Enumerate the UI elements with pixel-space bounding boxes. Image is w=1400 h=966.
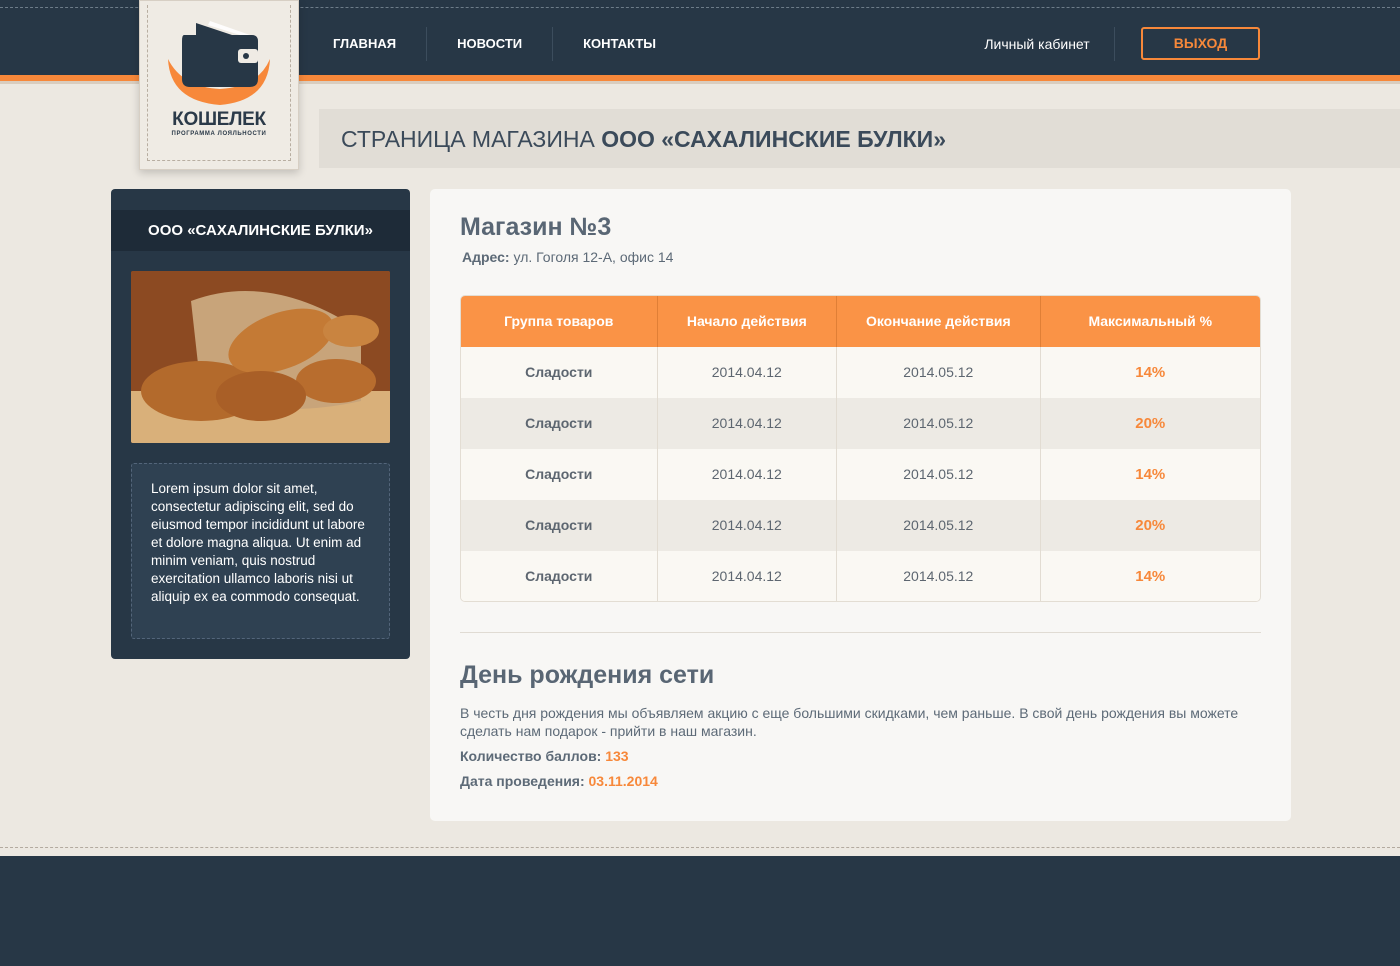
- shop-title: Магазин №3: [460, 213, 612, 241]
- cell-percent: 14%: [1135, 466, 1166, 483]
- address-value: ул. Гоголя 12-А, офис 14: [509, 249, 674, 265]
- cell-end: 2014.05.12: [837, 347, 1041, 398]
- wallet-icon: [168, 21, 270, 105]
- table-row: Сладости 2014.04.12 2014.05.12 20%: [461, 398, 1260, 449]
- column-header-end: Окончание действия: [837, 296, 1041, 347]
- cell-group: Сладости: [461, 551, 658, 601]
- table-row: Сладости 2014.04.12 2014.05.12 14%: [461, 551, 1260, 601]
- page-title: СТРАНИЦА МАГАЗИНА ООО «САХАЛИНСКИЕ БУЛКИ…: [341, 126, 946, 153]
- cell-group: Сладости: [461, 398, 658, 449]
- company-description-box: Lorem ipsum dolor sit amet, consectetur …: [131, 463, 390, 639]
- column-header-group: Группа товаров: [461, 296, 658, 347]
- cell-start: 2014.04.12: [658, 398, 838, 449]
- footer-stitch-line: [0, 847, 1400, 848]
- cell-end: 2014.05.12: [837, 449, 1041, 500]
- nav-item-news[interactable]: НОВОСТИ: [427, 27, 554, 61]
- promo-date: Дата проведения: 03.11.2014: [460, 773, 658, 789]
- page-title-bar: СТРАНИЦА МАГАЗИНА ООО «САХАЛИНСКИЕ БУЛКИ…: [319, 109, 1400, 168]
- promo-text: В честь дня рождения мы объявляем акцию …: [460, 705, 1239, 739]
- table-row: Сладости 2014.04.12 2014.05.12 14%: [461, 347, 1260, 398]
- main-nav: ГЛАВНАЯ НОВОСТИ КОНТАКТЫ: [318, 27, 686, 61]
- cell-end: 2014.05.12: [837, 551, 1041, 601]
- promo-points: Количество баллов: 133: [460, 748, 629, 764]
- cell-end: 2014.05.12: [837, 500, 1041, 551]
- cell-percent: 14%: [1135, 364, 1166, 381]
- column-header-max-percent: Максимальный %: [1088, 313, 1213, 329]
- company-sidebar: ООО «САХАЛИНСКИЕ БУЛКИ» Lorem ipsum dolo…: [111, 189, 410, 659]
- cell-start: 2014.04.12: [658, 347, 838, 398]
- bread-image: [131, 271, 390, 443]
- cell-start: 2014.04.12: [658, 551, 838, 601]
- date-label: Дата проведения:: [460, 773, 589, 789]
- discount-table: Группа товаров Начало действия Окончание…: [460, 295, 1261, 602]
- table-row: Сладости 2014.04.12 2014.05.12 14%: [461, 449, 1260, 500]
- cell-group: Сладости: [461, 347, 658, 398]
- footer: [0, 856, 1400, 966]
- cell-start: 2014.04.12: [658, 500, 838, 551]
- page-title-prefix: СТРАНИЦА МАГАЗИНА: [341, 126, 602, 152]
- cell-start: 2014.04.12: [658, 449, 838, 500]
- promo-title: День рождения сети: [460, 661, 715, 689]
- cell-group: Сладости: [461, 500, 658, 551]
- logo-name: КОШЕЛЕК: [172, 109, 266, 130]
- logo[interactable]: КОШЕЛЕК ПРОГРАММА ЛОЯЛЬНОСТИ: [139, 0, 299, 170]
- sidebar-company-name: ООО «САХАЛИНСКИЕ БУЛКИ»: [111, 210, 410, 251]
- logout-button[interactable]: ВЫХОД: [1141, 27, 1260, 60]
- cell-group: Сладости: [461, 449, 658, 500]
- personal-cabinet-link[interactable]: Личный кабинет: [960, 27, 1115, 61]
- cell-percent: 20%: [1135, 415, 1166, 432]
- cell-percent: 20%: [1135, 517, 1166, 534]
- nav-item-contacts[interactable]: КОНТАКТЫ: [553, 27, 686, 61]
- column-header-start: Начало действия: [658, 296, 838, 347]
- points-value: 133: [605, 748, 629, 764]
- company-photo: [131, 271, 390, 443]
- points-label: Количество баллов:: [460, 748, 606, 764]
- address-label: Адрес:: [462, 249, 510, 265]
- company-description: Lorem ipsum dolor sit amet, consectetur …: [151, 481, 365, 604]
- table-header: Группа товаров Начало действия Окончание…: [461, 296, 1260, 347]
- logo-tagline: ПРОГРАММА ЛОЯЛЬНОСТИ: [171, 131, 267, 137]
- page-title-company: ООО «САХАЛИНСКИЕ БУЛКИ»: [601, 126, 946, 152]
- nav-item-home[interactable]: ГЛАВНАЯ: [318, 27, 428, 61]
- date-value: 03.11.2014: [588, 773, 658, 789]
- shop-address: Адрес: ул. Гоголя 12-А, офис 14: [462, 249, 673, 265]
- cell-end: 2014.05.12: [837, 398, 1041, 449]
- section-divider: [460, 632, 1261, 633]
- cell-percent: 14%: [1135, 568, 1166, 585]
- table-row: Сладости 2014.04.12 2014.05.12 20%: [461, 500, 1260, 551]
- shop-content: Магазин №3 Адрес: ул. Гоголя 12-А, офис …: [430, 189, 1291, 821]
